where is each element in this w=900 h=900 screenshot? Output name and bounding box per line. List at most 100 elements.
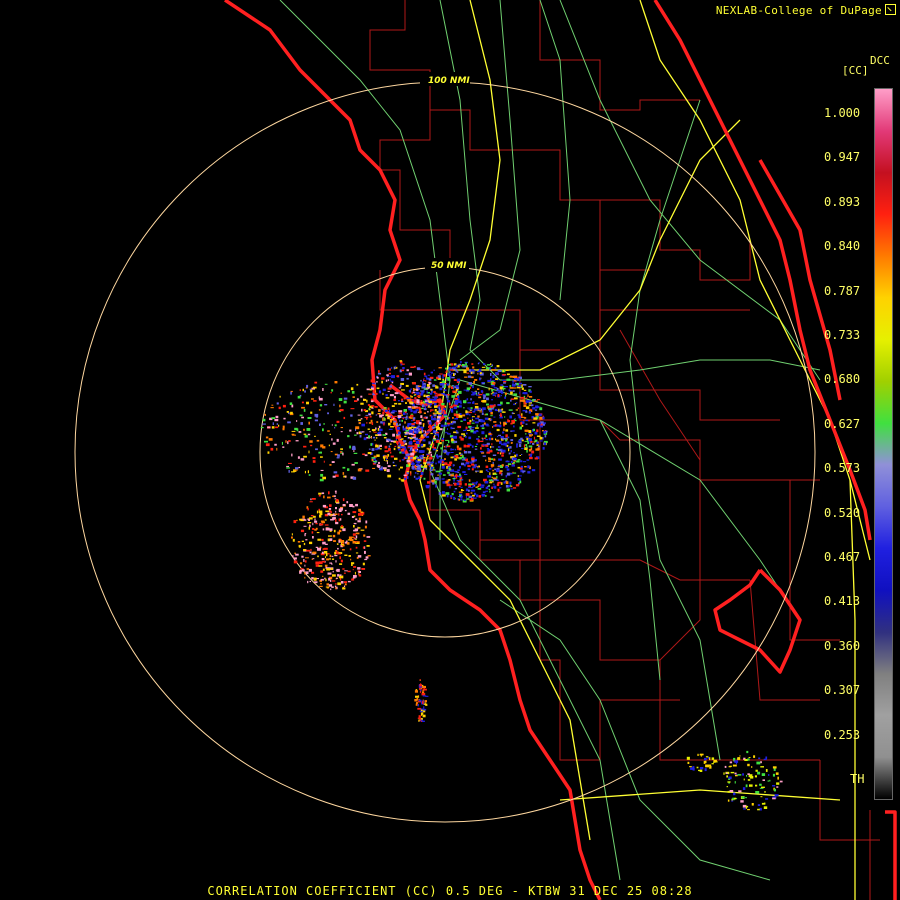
echo-pixel <box>262 418 266 422</box>
echo-pixel <box>512 471 514 473</box>
echo-pixel <box>529 456 533 460</box>
echo-pixel <box>391 366 393 369</box>
echo-pixel <box>449 371 451 374</box>
echo-pixel <box>331 514 333 517</box>
echo-pixel <box>479 377 481 381</box>
echo-pixel <box>480 419 484 423</box>
echo-pixel <box>401 369 405 372</box>
echo-pixel <box>522 410 526 412</box>
echo-pixel <box>363 540 367 542</box>
echo-pixel <box>373 389 376 393</box>
echo-pixel <box>420 471 424 475</box>
echo-pixel <box>335 560 337 563</box>
echo-pixel <box>421 446 424 448</box>
echo-pixel <box>362 431 365 433</box>
echo-pixel <box>491 380 494 382</box>
echo-pixel <box>342 452 344 456</box>
echo-pixel <box>344 583 347 586</box>
echo-pixel <box>322 428 324 432</box>
echo-pixel <box>530 408 532 411</box>
echo-pixel <box>344 581 348 584</box>
echo-pixel <box>405 418 409 420</box>
echo-pixel <box>366 536 371 538</box>
echo-pixel <box>742 787 746 790</box>
echo-pixel <box>332 534 336 538</box>
echo-pixel <box>320 456 323 458</box>
echo-pixel <box>413 365 416 368</box>
echo-pixel <box>468 489 470 492</box>
echo-pixel <box>414 468 418 470</box>
roads <box>279 0 821 881</box>
popout-icon[interactable] <box>885 4 896 15</box>
echo-pixel <box>528 430 532 433</box>
echo-pixel <box>324 404 328 406</box>
echo-pixel <box>502 387 506 390</box>
echo-pixel <box>309 541 313 545</box>
echo-pixel <box>475 417 479 420</box>
echo-pixel <box>307 433 311 436</box>
echo-pixel <box>505 421 508 423</box>
echo-pixel <box>381 466 383 470</box>
echo-pixel <box>442 374 444 378</box>
echo-pixel <box>464 436 467 438</box>
echo-pixel <box>485 490 488 492</box>
echo-pixel <box>527 465 530 469</box>
echo-pixel <box>463 400 467 404</box>
echo-pixel <box>749 784 753 787</box>
echo-pixel <box>297 395 301 399</box>
echo-pixel <box>509 481 512 485</box>
echo-pixel <box>513 452 515 454</box>
echo-pixel <box>537 399 540 401</box>
echo-pixel <box>363 534 366 537</box>
echo-pixel <box>434 396 438 399</box>
echo-pixel <box>378 425 381 429</box>
echo-pixel <box>743 778 745 781</box>
echo-pixel <box>481 412 484 415</box>
echo-pixel <box>414 397 417 400</box>
echo-pixel <box>399 451 402 454</box>
echo-pixel <box>444 383 447 385</box>
echo-pixel <box>448 402 451 406</box>
echo-pixel <box>389 443 392 445</box>
echo-pixel <box>417 472 419 475</box>
echo-pixel <box>334 381 338 384</box>
echo-pixel <box>409 441 413 444</box>
echo-pixel <box>390 419 393 423</box>
echo-pixel <box>309 551 312 554</box>
echo-pixel <box>367 404 370 406</box>
echo-pixel <box>483 437 486 439</box>
echo-pixel <box>366 545 370 547</box>
echo-pixel <box>425 695 429 697</box>
echo-pixel <box>295 440 299 442</box>
echo-pixel <box>439 455 443 458</box>
echo-pixel <box>524 466 527 468</box>
echo-pixel <box>434 422 436 426</box>
echo-pixel <box>429 469 433 471</box>
echo-pixel <box>519 455 521 456</box>
echo-pixel <box>519 480 522 484</box>
echo-pixel <box>401 414 403 416</box>
echo-pixel <box>454 418 458 420</box>
echo-pixel <box>327 412 329 415</box>
echo-pixel <box>493 473 498 475</box>
echo-pixel <box>507 436 510 439</box>
echo-pixel <box>521 416 525 418</box>
echo-pixel <box>435 433 439 436</box>
echo-pixel <box>335 510 337 513</box>
echo-pixel <box>487 485 490 487</box>
echo-pixel <box>453 496 455 500</box>
echo-pixel <box>324 383 328 385</box>
echo-pixel <box>501 479 505 481</box>
echo-pixel <box>431 479 435 483</box>
echo-pixel <box>486 442 490 445</box>
echo-pixel <box>358 517 361 521</box>
echo-pixel <box>353 525 355 528</box>
echo-pixel <box>322 548 324 551</box>
echo-pixel <box>445 431 447 434</box>
echo-pixel <box>521 424 524 427</box>
echo-pixel <box>338 513 340 516</box>
echo-pixel <box>522 470 526 472</box>
echo-pixel <box>415 449 417 452</box>
echo-pixel <box>488 488 490 490</box>
echo-pixel <box>421 404 425 408</box>
